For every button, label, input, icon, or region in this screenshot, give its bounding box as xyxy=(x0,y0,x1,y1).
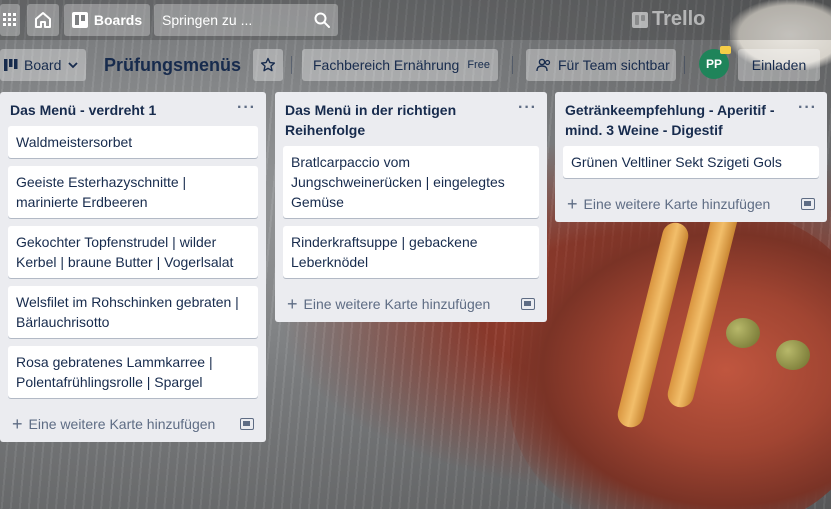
home-icon xyxy=(35,12,51,28)
list-title[interactable]: Getränkeempfehlung - Aperitif - mind. 3 … xyxy=(565,100,789,140)
invite-button[interactable]: Einladen xyxy=(738,49,820,81)
board-view-icon xyxy=(4,59,18,71)
workspace-button[interactable]: Fachbereich Ernährung Free xyxy=(302,49,498,81)
list-header[interactable]: Das Menü in der richtigen Reihenfolge ··… xyxy=(283,92,539,146)
add-card-label: Eine weitere Karte hinzufügen xyxy=(28,416,216,432)
apps-switcher-button[interactable] xyxy=(0,4,20,36)
top-navigation-bar: Boards Trello xyxy=(0,0,831,40)
boards-button[interactable]: Boards xyxy=(64,4,150,36)
card[interactable]: Rosa gebratenes Lammkarree | Polentafrüh… xyxy=(8,346,258,398)
view-switcher-button[interactable]: Board xyxy=(0,49,86,81)
boards-label: Boards xyxy=(93,12,143,28)
member-avatar[interactable]: PP xyxy=(699,46,731,79)
list-menu-richtige-reihenfolge: Das Menü in der richtigen Reihenfolge ··… xyxy=(275,92,547,322)
list-menu-icon[interactable]: ··· xyxy=(518,98,537,118)
trello-logo-text: Trello xyxy=(652,8,706,30)
background-olive xyxy=(776,340,810,370)
list-menu-icon[interactable]: ··· xyxy=(237,98,256,118)
card[interactable]: Waldmeistersorbet xyxy=(8,126,258,158)
list-title[interactable]: Das Menü in der richtigen Reihenfolge xyxy=(285,100,509,140)
search-input[interactable] xyxy=(162,12,302,28)
add-card-button[interactable]: + Eine weitere Karte hinzufügen xyxy=(283,286,539,322)
plan-badge: Free xyxy=(467,59,490,71)
star-icon xyxy=(260,57,276,72)
add-card-button[interactable]: + Eine weitere Karte hinzufügen xyxy=(563,186,819,222)
home-button[interactable] xyxy=(27,4,59,36)
card[interactable]: Rinderkraftsuppe | gebackene Leberknödel xyxy=(283,226,539,278)
card[interactable]: Gekochter Topfenstrudel | wilder Kerbel … xyxy=(8,226,258,278)
card[interactable]: Welsfilet im Rohschinken gebraten | Bärl… xyxy=(8,286,258,338)
card-template-icon[interactable] xyxy=(801,198,815,210)
board-title[interactable]: Prüfungsmenüs xyxy=(96,49,249,81)
plus-icon: + xyxy=(12,414,23,434)
star-board-button[interactable] xyxy=(253,49,283,81)
search-icon[interactable] xyxy=(314,12,330,28)
member-initials: PP xyxy=(705,57,722,71)
background-olive xyxy=(726,318,760,348)
list-menu-icon[interactable]: ··· xyxy=(798,98,817,118)
list-title[interactable]: Das Menü - verdreht 1 xyxy=(10,100,156,120)
card[interactable]: Bratlcarpaccio vom Jungschweinerücken | … xyxy=(283,146,539,218)
list-menu-verdreht: Das Menü - verdreht 1 ··· Waldmeistersor… xyxy=(0,92,266,442)
header-divider xyxy=(291,56,292,74)
visibility-label: Für Team sichtbar xyxy=(558,57,670,73)
card-template-icon[interactable] xyxy=(521,298,535,310)
chevron-down-icon xyxy=(68,62,78,69)
plus-icon: + xyxy=(567,194,578,214)
search-box[interactable] xyxy=(154,4,338,36)
board-header: Board Prüfungsmenüs Fachbereich Ernährun… xyxy=(0,46,831,82)
trello-logo[interactable]: Trello xyxy=(632,8,705,31)
grid-icon xyxy=(3,13,16,26)
plus-icon: + xyxy=(287,294,298,314)
visibility-button[interactable]: Für Team sichtbar xyxy=(526,49,676,81)
add-card-button[interactable]: + Eine weitere Karte hinzufügen xyxy=(8,406,258,442)
board-icon xyxy=(71,12,88,28)
card[interactable]: Geeiste Esterhazyschnitte | marinierte E… xyxy=(8,166,258,218)
workspace-label: Fachbereich Ernährung xyxy=(313,57,460,73)
card-template-icon[interactable] xyxy=(240,418,254,430)
header-divider xyxy=(684,56,685,74)
admin-crown-icon xyxy=(720,46,731,54)
header-divider xyxy=(512,56,513,74)
list-header[interactable]: Das Menü - verdreht 1 ··· xyxy=(8,92,258,126)
list-header[interactable]: Getränkeempfehlung - Aperitif - mind. 3 … xyxy=(563,92,819,146)
card[interactable]: Grünen Veltliner Sekt Szigeti Gols xyxy=(563,146,819,178)
add-card-label: Eine weitere Karte hinzufügen xyxy=(303,296,491,312)
trello-logo-icon xyxy=(632,11,648,28)
add-card-label: Eine weitere Karte hinzufügen xyxy=(583,196,771,212)
list-getraenkeempfehlung: Getränkeempfehlung - Aperitif - mind. 3 … xyxy=(555,92,827,222)
view-label: Board xyxy=(24,57,62,73)
team-icon xyxy=(536,58,551,72)
